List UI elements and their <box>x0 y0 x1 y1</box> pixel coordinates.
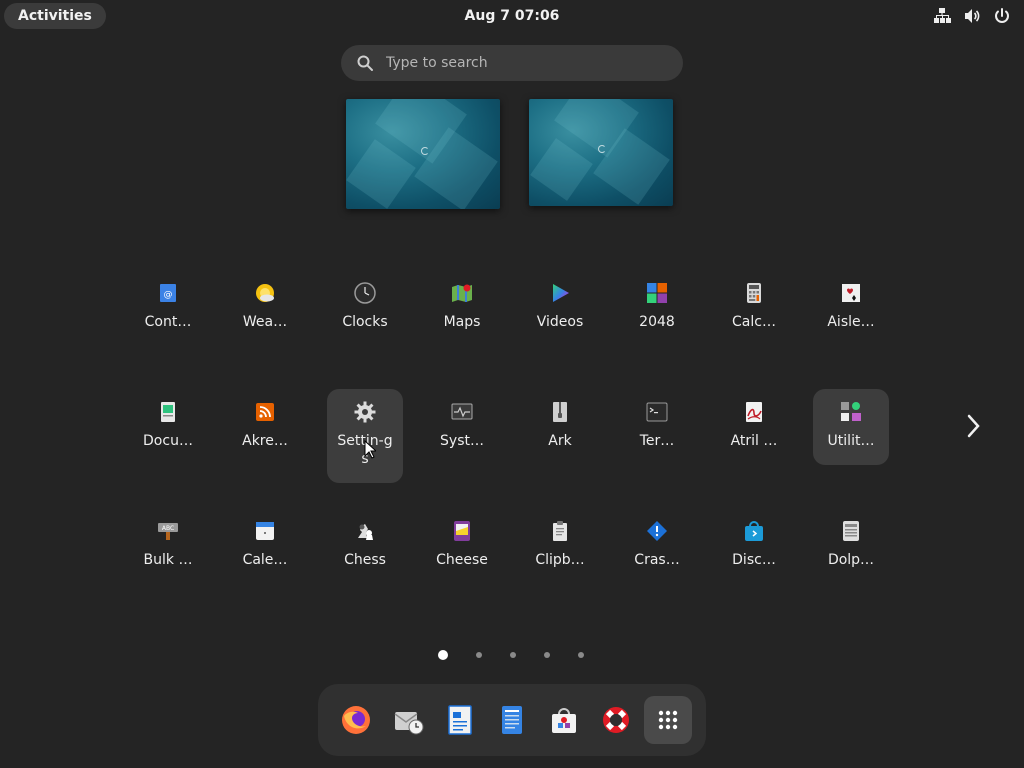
debian-logo <box>421 147 429 155</box>
app-discover[interactable]: Disc… <box>716 508 792 584</box>
dock-writer[interactable] <box>436 696 484 744</box>
workspace-thumbnail-1[interactable] <box>346 99 500 209</box>
dash-dock <box>318 684 706 756</box>
software-icon <box>552 708 576 733</box>
writer-document-icon <box>448 705 472 735</box>
gear-icon <box>354 401 376 423</box>
app-cheese[interactable]: Cheese <box>424 508 500 584</box>
app-weather[interactable]: Wea… <box>227 270 303 346</box>
app-settings[interactable]: Settin-gs <box>327 389 403 483</box>
rss-feed-icon <box>256 403 274 421</box>
app-ark[interactable]: Ark <box>522 389 598 465</box>
dolphin-file-manager-icon <box>843 521 859 541</box>
system-status-area[interactable] <box>932 6 1012 26</box>
calendar-icon <box>256 522 274 540</box>
debian-logo <box>598 145 606 153</box>
clipboard-icon <box>553 521 567 541</box>
software-store-icon <box>745 521 763 541</box>
app-maps[interactable]: Maps <box>424 270 500 346</box>
app-terminal[interactable]: Ter… <box>619 389 695 465</box>
page-dot-2[interactable] <box>476 652 482 658</box>
svg-text:@: @ <box>164 290 173 300</box>
page-dot-4[interactable] <box>544 652 550 658</box>
app-contacts[interactable]: @ Cont… <box>130 270 206 346</box>
search-bar[interactable] <box>341 45 683 81</box>
volume-icon[interactable] <box>962 6 982 26</box>
app-aisleriot[interactable]: Aisle… <box>813 270 889 346</box>
clock-icon <box>354 282 376 304</box>
show-apps-grid-icon <box>658 710 678 730</box>
mouse-pointer-icon <box>364 440 376 459</box>
chess-icon <box>358 524 373 540</box>
app-crash-reports[interactable]: Cras… <box>619 508 695 584</box>
app-bulk-rename[interactable]: ABC Bulk … <box>130 508 206 584</box>
next-page-arrow[interactable] <box>958 408 988 444</box>
game-2048-icon <box>647 283 667 303</box>
dock-software[interactable] <box>540 696 588 744</box>
clock-datetime[interactable]: Aug 7 07:06 <box>0 0 1024 32</box>
activities-button[interactable]: Activities <box>4 3 106 29</box>
app-folder-utilities[interactable]: Utilit… <box>813 389 889 465</box>
contacts-icon: @ <box>160 284 176 302</box>
weather-icon <box>256 284 274 302</box>
search-icon <box>357 55 373 71</box>
atril-pdf-icon <box>746 402 762 422</box>
app-atril[interactable]: Atril … <box>716 389 792 465</box>
document-viewer-icon <box>161 402 175 422</box>
workspace-thumbnail-2[interactable] <box>529 99 673 206</box>
app-clipboard[interactable]: Clipb… <box>522 508 598 584</box>
aisleriot-cards-icon <box>842 284 860 302</box>
app-videos[interactable]: Videos <box>522 270 598 346</box>
app-akregator[interactable]: Akre… <box>227 389 303 465</box>
maps-icon <box>452 284 472 302</box>
crash-report-icon <box>647 521 667 541</box>
dock-mail-clock[interactable] <box>384 696 432 744</box>
search-input[interactable] <box>384 54 668 72</box>
text-editor-icon <box>502 706 522 734</box>
page-indicator <box>438 650 612 660</box>
archive-zipper-icon <box>553 402 567 422</box>
dock-text-editor[interactable] <box>488 696 536 744</box>
bulk-rename-icon: ABC <box>158 523 178 540</box>
app-calendar[interactable]: Cale… <box>227 508 303 584</box>
firefox-icon <box>342 706 370 734</box>
top-bar: Activities Aug 7 07:06 <box>0 0 1024 32</box>
power-icon[interactable] <box>992 6 1012 26</box>
app-clocks[interactable]: Clocks <box>327 270 403 346</box>
network-icon[interactable] <box>932 6 952 26</box>
calculator-icon <box>747 283 761 303</box>
mail-clock-icon <box>394 712 424 735</box>
page-dot-5[interactable] <box>578 652 584 658</box>
page-dot-3[interactable] <box>510 652 516 658</box>
videos-icon <box>553 284 569 302</box>
svg-text:ABC: ABC <box>162 525 174 532</box>
terminal-icon <box>646 402 668 422</box>
app-system-monitor[interactable]: Syst… <box>424 389 500 465</box>
chevron-right-icon <box>967 414 980 438</box>
show-apps-button[interactable] <box>644 696 692 744</box>
app-chess[interactable]: Chess <box>327 508 403 584</box>
dock-firefox[interactable] <box>332 696 380 744</box>
help-lifebuoy-icon <box>603 707 629 733</box>
cheese-camera-icon <box>454 521 470 541</box>
app-document-viewer[interactable]: Docu… <box>130 389 206 465</box>
app-2048[interactable]: 2048 <box>619 270 695 346</box>
utilities-folder-icon <box>841 402 861 421</box>
system-monitor-icon <box>451 403 473 420</box>
app-dolphin[interactable]: Dolp… <box>813 508 889 584</box>
app-calculator[interactable]: Calc… <box>716 270 792 346</box>
dock-help[interactable] <box>592 696 640 744</box>
page-dot-1[interactable] <box>438 650 448 660</box>
